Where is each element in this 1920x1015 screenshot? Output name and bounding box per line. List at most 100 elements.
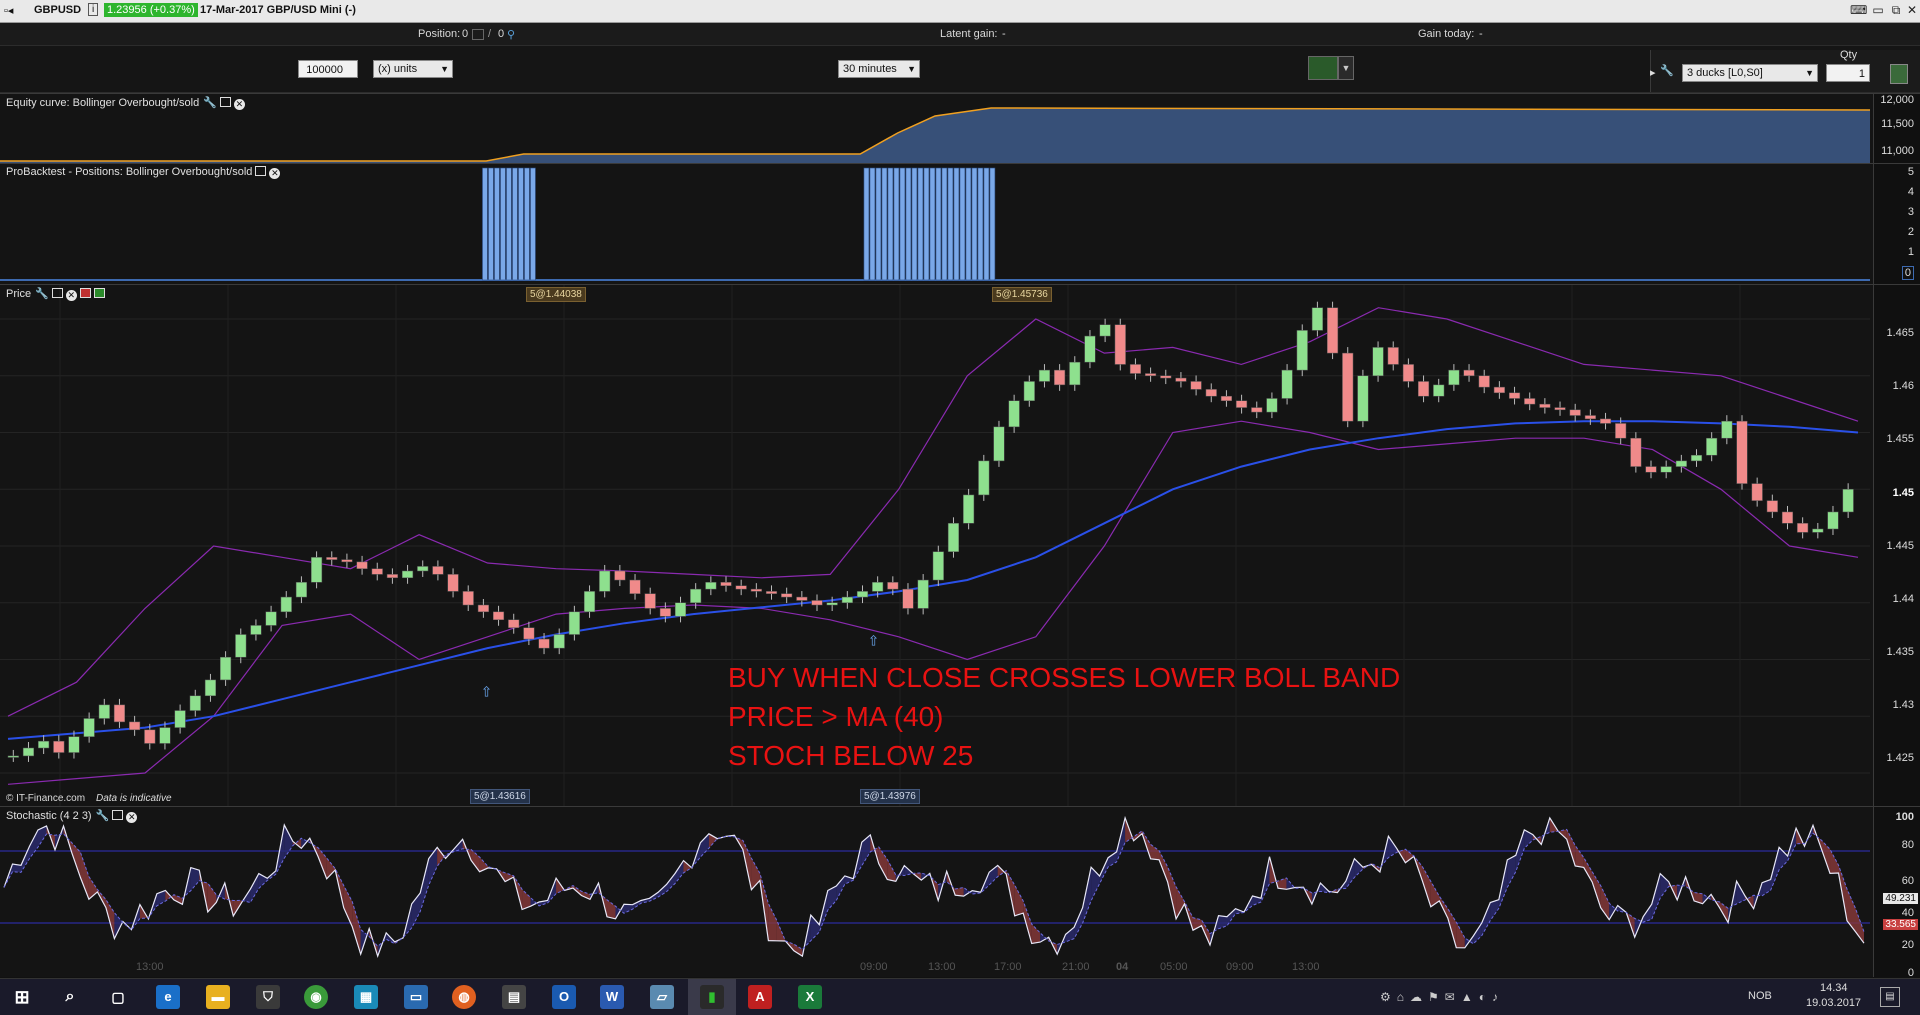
position-bar <box>905 167 912 281</box>
wrench-icon[interactable]: 🔧 <box>203 97 217 109</box>
candle <box>68 736 80 753</box>
candle <box>1433 384 1445 397</box>
strategy-dropdown[interactable]: 3 ducks [L0,S0] ▼ <box>1682 64 1818 82</box>
network-app-icon[interactable]: ▦ <box>354 985 378 1009</box>
info-icon[interactable]: i <box>88 3 99 16</box>
window-icon[interactable] <box>219 97 231 107</box>
wrench-icon[interactable]: 🔧 <box>96 810 110 822</box>
symbol-label: GBPUSD <box>34 4 82 16</box>
edge-icon[interactable]: e <box>156 985 180 1009</box>
chevron-down-icon[interactable]: ▼ <box>1338 56 1354 80</box>
equity-y-axis: 12,000 11,500 11,000 <box>1873 94 1920 164</box>
wrench-icon[interactable]: 🔧 <box>1660 64 1674 77</box>
window-icon[interactable] <box>51 288 63 298</box>
minimize-icon[interactable]: ▭ <box>1870 3 1886 17</box>
candle <box>1342 352 1354 422</box>
close-icon[interactable]: ✕ <box>233 99 245 110</box>
candle <box>311 557 323 583</box>
expand-arrow-icon[interactable]: ▸ <box>1650 66 1656 79</box>
y-tick: 1 <box>1907 246 1914 258</box>
stoch-fill <box>1422 866 1431 907</box>
candle <box>1114 324 1126 365</box>
position-bar <box>977 167 984 281</box>
firefox-icon[interactable]: ◍ <box>452 985 476 1009</box>
word-icon[interactable]: W <box>600 985 624 1009</box>
close-icon[interactable]: ✕ <box>65 290 77 301</box>
candle <box>993 426 1005 462</box>
maximize-icon[interactable]: ⧉ <box>1888 3 1904 17</box>
candle <box>1251 407 1263 413</box>
position-toggle-icon[interactable] <box>472 29 484 40</box>
timeframe-dropdown[interactable]: 30 minutes ▼ <box>838 60 920 78</box>
chevron-down-icon: ▼ <box>1805 68 1814 78</box>
candle <box>432 566 444 575</box>
file-explorer-icon[interactable]: ▬ <box>206 985 230 1009</box>
store-icon[interactable]: ⛉ <box>256 985 280 1009</box>
candle <box>917 579 929 609</box>
wrench-icon[interactable]: 🔧 <box>35 288 49 300</box>
position-bar <box>512 167 518 281</box>
windows-start-icon[interactable]: ⊞ <box>10 985 34 1009</box>
window-icon[interactable] <box>255 166 267 176</box>
annotation-line-3: STOCH BELOW 25 <box>728 740 974 771</box>
close-icon[interactable]: ✕ <box>126 812 138 823</box>
qty-input[interactable]: 1 <box>1826 64 1870 82</box>
close-icon[interactable]: ✕ <box>269 168 281 179</box>
system-tray-icons[interactable]: ⚙⌂☁⚑✉▲◐♪ <box>1380 990 1504 1004</box>
calculator-icon[interactable]: ▤ <box>502 985 526 1009</box>
y-tick: 5 <box>1907 166 1914 178</box>
remote-desktop-icon[interactable]: ▭ <box>404 985 428 1009</box>
units-dropdown[interactable]: (x) units ▼ <box>373 60 453 78</box>
add-indicator-icon[interactable] <box>93 288 105 298</box>
y-tick: 20 <box>1901 939 1914 951</box>
trading-tools-icon[interactable] <box>1308 56 1338 80</box>
stoch-d-value: 33.565 <box>1883 919 1918 930</box>
price-panel-title: Price 🔧 ✕ <box>6 287 105 301</box>
candle <box>477 604 489 613</box>
position-bar <box>488 167 494 281</box>
position-value-2: 0 <box>498 28 505 40</box>
y-tick: 80 <box>1901 839 1914 851</box>
outlook-icon[interactable]: O <box>552 985 576 1009</box>
task-view-icon[interactable]: ▢ <box>106 985 130 1009</box>
positions-svg <box>0 167 1870 281</box>
excel-icon[interactable]: X <box>798 985 822 1009</box>
candle <box>841 596 853 603</box>
language-indicator[interactable]: NOB <box>1748 990 1772 1002</box>
instrument-label: 17-Mar-2017 GBP/USD Mini (-) <box>200 4 356 16</box>
candle <box>159 727 171 744</box>
order-book-icon[interactable] <box>1890 64 1908 84</box>
candle <box>750 588 762 592</box>
candle <box>856 591 869 598</box>
clock-date[interactable]: 19.03.2017 <box>1806 997 1861 1009</box>
time-tick: 09:00 <box>1226 961 1254 973</box>
candle <box>1797 523 1809 533</box>
delete-icon[interactable] <box>79 288 91 298</box>
search-icon[interactable]: ⌕ <box>58 985 82 1009</box>
keyboard-icon[interactable]: ⌨ <box>1850 3 1867 17</box>
position-bar <box>935 167 942 281</box>
stoch-fill <box>700 833 709 858</box>
candle <box>1493 386 1505 394</box>
quantity-input[interactable]: 100000 <box>298 60 358 78</box>
prorealtime-icon[interactable]: ▮ <box>700 985 724 1009</box>
close-icon[interactable]: ✕ <box>1904 3 1920 17</box>
chevron-down-icon: ▼ <box>440 64 449 74</box>
notifications-icon[interactable]: ▤ <box>1880 987 1900 1007</box>
candle <box>144 729 156 744</box>
candle <box>1417 381 1430 397</box>
link-icon[interactable]: ⚲ <box>507 28 515 41</box>
chrome-icon[interactable]: ◉ <box>304 985 328 1009</box>
notes-icon[interactable]: ▱ <box>650 985 674 1009</box>
annotation-line-1: BUY WHEN CLOSE CROSSES LOWER BOLL BAND <box>728 662 1401 693</box>
acrobat-icon[interactable]: A <box>748 985 772 1009</box>
time-axis: 13:00 09:00 13:00 17:00 21:00 04 05:00 0… <box>0 957 1874 977</box>
window-icon[interactable] <box>112 810 124 820</box>
position-bar <box>911 167 918 281</box>
clock-time[interactable]: 14.34 <box>1820 982 1848 994</box>
stoch-fill <box>1354 858 1363 878</box>
candle <box>1781 511 1794 524</box>
time-tick: 13:00 <box>1292 961 1320 973</box>
position-bar <box>875 167 882 281</box>
candle <box>462 591 474 606</box>
